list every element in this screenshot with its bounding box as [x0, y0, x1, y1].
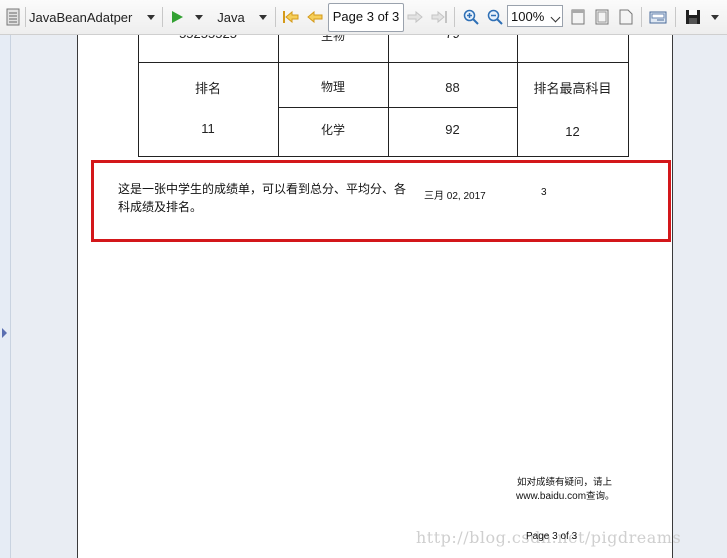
- subject-cell: 化学: [320, 123, 345, 137]
- footer-note-line1: 如对成绩有疑问，请上: [517, 477, 613, 488]
- student-id-cell: 55255525: [138, 35, 278, 41]
- footer-note-url: www.baidu.com: [516, 491, 587, 502]
- top-subject-header: 排名最高科目: [533, 82, 612, 97]
- rank-value: 11: [201, 121, 215, 136]
- highlight-box: [91, 160, 671, 242]
- footer-page-number: Page 3 of 3: [526, 531, 578, 542]
- table-row-partial: 55255525 生物 79: [138, 35, 629, 47]
- footer-note-line2: www.baidu.com查询。: [516, 488, 615, 502]
- footer-note-suffix: 查询。: [586, 491, 615, 502]
- score-cell: 88: [445, 80, 460, 95]
- score-cell: 79: [388, 35, 517, 41]
- top-subject-value: 12: [565, 124, 580, 139]
- subject-cell: 物理: [320, 80, 345, 94]
- subject-cell: 生物: [320, 35, 345, 43]
- score-cell: 92: [445, 122, 460, 137]
- rank-header: 排名: [194, 82, 221, 97]
